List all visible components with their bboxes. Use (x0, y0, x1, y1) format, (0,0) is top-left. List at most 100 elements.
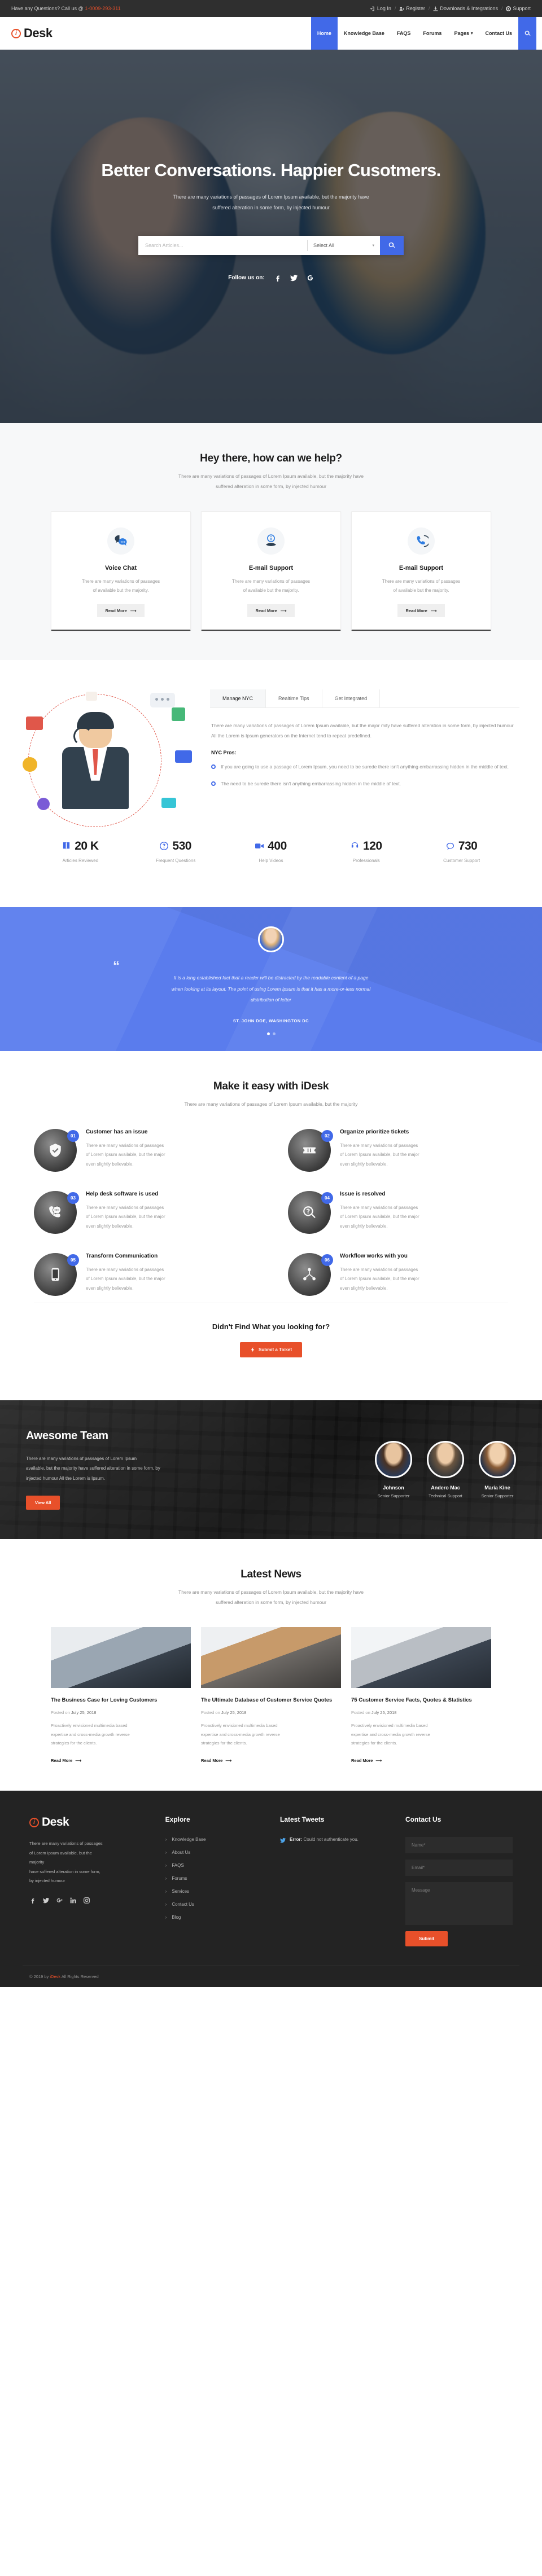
nav-item-knowledge-base[interactable]: Knowledge Base (338, 17, 391, 50)
top-bar: Have any Questions? Call us @ 1-0009-293… (0, 0, 542, 17)
top-bar-link-downloads[interactable]: Downloads & Integrations (433, 6, 498, 11)
nav-item-pages[interactable]: Pages ▾ (448, 17, 479, 50)
feature-text-line-2: of Lorem Ipsum available, but the major (340, 1152, 419, 1158)
feature-title: Customer has an issue (86, 1128, 148, 1135)
facebook-icon[interactable] (274, 274, 281, 282)
top-bar-link-login[interactable]: Log In (370, 6, 391, 11)
top-bar-phone[interactable]: 1-0009-293-311 (85, 6, 120, 11)
news-post-title[interactable]: The Business Case for Loving Customers (51, 1696, 191, 1705)
stat-customer-support: 730 Customer Support (414, 839, 509, 863)
help-section: Hey there, how can we help? There are ma… (0, 423, 542, 660)
help-card-read-more-button[interactable]: Read More ⟶ (97, 604, 145, 617)
footer-link-forums[interactable]: › Forums (165, 1876, 265, 1881)
copyright-brand-link[interactable]: iDesk (50, 1974, 60, 1979)
site-logo[interactable]: i Desk (6, 17, 53, 50)
help-card-email-support-2[interactable]: E-mail Support There are many variations… (351, 511, 491, 631)
video-icon (255, 843, 264, 849)
instagram-icon[interactable] (84, 1897, 90, 1904)
team-view-all-button[interactable]: View All (26, 1496, 60, 1510)
search-submit-button[interactable] (380, 235, 404, 255)
help-card-voice-chat[interactable]: Voice Chat There are many variations of … (51, 511, 191, 631)
help-card-email-support-1[interactable]: E-mail Support There are many variations… (201, 511, 341, 631)
feature-text-line-1: There are many variations of passages (340, 1142, 418, 1148)
news-post-read-more[interactable]: Read More ⟶ (201, 1758, 231, 1763)
news-post-read-more[interactable]: Read More ⟶ (351, 1758, 382, 1763)
footer-link-knowledge-base[interactable]: › Knowledge Base (165, 1837, 265, 1842)
footer-link-contact-us[interactable]: › Contact Us (165, 1902, 265, 1907)
contact-message-input[interactable] (405, 1882, 513, 1926)
feature-title: Help desk software is used (86, 1190, 159, 1197)
footer-logo[interactable]: i Desk (29, 1815, 151, 1829)
team-member-maria-kine[interactable]: Maria Kine Senior Supporter (479, 1440, 516, 1498)
feature-image: 02 (288, 1128, 333, 1172)
nav-item-faqs[interactable]: FAQS (391, 17, 417, 50)
search-input[interactable] (138, 235, 307, 255)
top-bar-link-support[interactable]: Support (506, 6, 531, 11)
tab-pros-item-text: If you are going to use a passage of Lor… (221, 764, 509, 770)
feature-number: 03 (67, 1192, 79, 1204)
top-bar-link-register[interactable]: Register (399, 6, 425, 11)
contact-submit-button[interactable]: Submit (405, 1931, 448, 1947)
workflow-icon (303, 1268, 316, 1280)
feature-text: There are many variations of passages of… (340, 1141, 419, 1170)
submit-ticket-button[interactable]: Submit a Ticket (240, 1342, 302, 1357)
team-member-role: Technical Support (429, 1493, 462, 1498)
help-card-read-more-button[interactable]: Read More ⟶ (397, 604, 445, 617)
team-text-line-1: There are many variations of passages of… (26, 1456, 137, 1461)
top-bar-link-support-label: Support (513, 6, 531, 11)
team-member-andero-mac[interactable]: Andero Mac Technical Support (427, 1440, 464, 1498)
google-plus-icon[interactable] (56, 1897, 63, 1904)
footer-link-services[interactable]: › Services (165, 1889, 265, 1894)
nav-item-home[interactable]: Home (311, 17, 338, 50)
tab-pros-item: The need to be surede there isn't anythi… (211, 779, 518, 789)
tab-get-integrated[interactable]: Get Integrated (322, 689, 381, 707)
twitter-icon[interactable] (43, 1897, 49, 1904)
contact-submit-label: Submit (419, 1936, 435, 1942)
contact-name-input[interactable] (405, 1837, 513, 1854)
twitter-icon[interactable] (290, 274, 298, 282)
news-post-read-more[interactable]: Read More ⟶ (51, 1758, 81, 1763)
help-card-read-more-button[interactable]: Read More ⟶ (247, 604, 295, 617)
footer-link-faqs[interactable]: › FAQS (165, 1863, 265, 1868)
help-header: Hey there, how can we help? There are ma… (23, 452, 519, 492)
team-member-johnson[interactable]: Johnson Senior Supporter (375, 1440, 412, 1498)
carousel-dot[interactable] (266, 1032, 270, 1035)
carousel-dot[interactable] (272, 1032, 276, 1035)
nav-item-forums-label: Forums (423, 30, 442, 36)
help-card-read-more-label: Read More (405, 608, 427, 613)
tab-realtime-tips[interactable]: Realtime Tips (266, 689, 322, 707)
hero-subtitle: There are many variations of passages of… (0, 192, 542, 213)
help-card-text-line-1: There are many variations of passages (81, 578, 160, 584)
facebook-icon[interactable] (29, 1897, 36, 1904)
footer-about-line-1: There are many variations of passages (29, 1841, 103, 1847)
phone-icon (417, 535, 429, 547)
news-post-image[interactable] (351, 1627, 491, 1689)
footer-link-about-us[interactable]: › About Us (165, 1850, 265, 1855)
search-category-select[interactable]: Select All ▾ (308, 236, 380, 255)
team-title: Awesome Team (26, 1429, 108, 1442)
feature-text: There are many variations of passages of… (340, 1203, 419, 1232)
nav-item-forums[interactable]: Forums (417, 17, 448, 50)
help-card-icon-wrap (408, 527, 435, 555)
linkedin-icon[interactable] (70, 1897, 76, 1904)
footer-link-blog[interactable]: › Blog (165, 1915, 265, 1920)
testimonial-quote-line-2: when looking at its layout. The point of… (171, 986, 371, 992)
news-post-image[interactable] (51, 1627, 191, 1689)
nav-search-button[interactable] (518, 17, 536, 50)
news-post-image[interactable] (201, 1627, 341, 1689)
team-member-role: Senior Supporter (481, 1493, 514, 1498)
feature-image: 01 (34, 1128, 79, 1172)
team-text-line-2: available, but the majority have suffere… (26, 1466, 160, 1471)
copyright-post: All Rights Reserved (60, 1974, 99, 1980)
feature-text-line-3: even slightly believable. (340, 1224, 388, 1229)
logo-mark-icon: i (29, 1817, 39, 1827)
tab-manage-nyc[interactable]: Manage NYC (210, 689, 266, 707)
nav-item-contact-us[interactable]: Contact Us (479, 17, 518, 50)
google-plus-icon[interactable] (307, 274, 314, 282)
news-post-title[interactable]: The Ultimate Database of Customer Servic… (201, 1696, 341, 1705)
chevron-right-icon: › (165, 1915, 167, 1920)
news-post-title[interactable]: 75 Customer Service Facts, Quotes & Stat… (351, 1696, 491, 1705)
contact-email-input[interactable] (405, 1860, 513, 1876)
bolt-icon (251, 1347, 255, 1352)
life-ring-icon (506, 6, 512, 11)
